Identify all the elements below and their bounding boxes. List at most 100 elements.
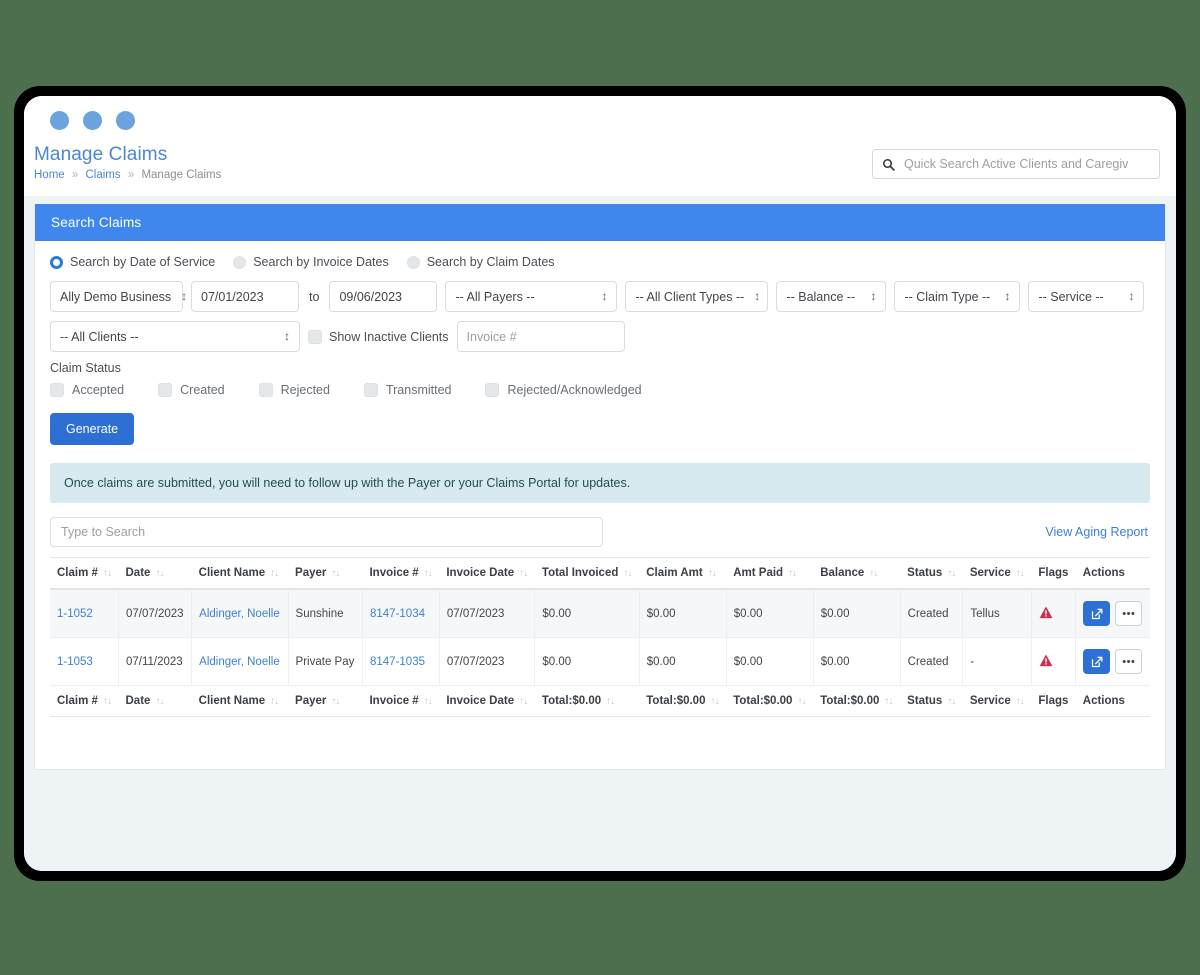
col-claim-no[interactable]: Claim # xyxy=(50,558,119,590)
col-date[interactable]: Date xyxy=(119,558,192,590)
sort-icon[interactable] xyxy=(947,696,955,707)
sort-icon[interactable] xyxy=(869,568,877,579)
checkbox-rejected-box[interactable] xyxy=(259,383,273,397)
col-client-name[interactable]: Client Name xyxy=(192,558,288,590)
radio-date-of-service-indicator[interactable] xyxy=(50,256,63,269)
sort-icon[interactable] xyxy=(270,696,278,707)
checkbox-rejected-acknowledged-box[interactable] xyxy=(485,383,499,397)
foot-status[interactable]: Status xyxy=(900,686,963,717)
checkbox-accepted-box[interactable] xyxy=(50,383,64,397)
view-aging-report-link[interactable]: View Aging Report xyxy=(1045,525,1148,539)
sort-icon[interactable] xyxy=(103,696,111,707)
sort-icon[interactable] xyxy=(788,568,796,579)
col-payer[interactable]: Payer xyxy=(288,558,362,590)
foot-claim-no[interactable]: Claim # xyxy=(50,686,119,717)
sort-icon[interactable] xyxy=(710,696,718,707)
window-dot-3[interactable] xyxy=(116,111,135,130)
more-actions-button[interactable]: ••• xyxy=(1115,601,1142,626)
radio-claim-dates[interactable]: Search by Claim Dates xyxy=(407,255,555,269)
invoice-no-link[interactable]: 8147-1035 xyxy=(370,656,425,668)
more-actions-button[interactable]: ••• xyxy=(1115,649,1142,674)
radio-invoice-dates-indicator[interactable] xyxy=(233,256,246,269)
date-to-input[interactable]: 09/06/2023 xyxy=(329,281,437,312)
sort-icon[interactable] xyxy=(1016,696,1024,707)
sort-icon[interactable] xyxy=(424,568,432,579)
claims-table: Claim # Date Client Name Payer Invoice #… xyxy=(50,557,1150,717)
invoice-no-link[interactable]: 8147-1034 xyxy=(370,608,425,620)
payers-select[interactable]: -- All Payers -- xyxy=(445,281,617,312)
claim-no-link[interactable]: 1-1053 xyxy=(57,656,93,668)
sort-icon[interactable] xyxy=(155,696,163,707)
sort-icon[interactable] xyxy=(424,696,432,707)
date-from-value: 07/01/2023 xyxy=(201,290,264,304)
sort-icon[interactable] xyxy=(331,568,339,579)
client-name-link[interactable]: Aldinger, Noelle xyxy=(199,608,280,620)
sort-icon[interactable] xyxy=(708,568,716,579)
col-invoice-date[interactable]: Invoice Date xyxy=(439,558,535,590)
sort-icon[interactable] xyxy=(606,696,614,707)
foot-service[interactable]: Service xyxy=(963,686,1032,717)
sort-icon[interactable] xyxy=(884,696,892,707)
col-total-invoiced[interactable]: Total Invoiced xyxy=(535,558,639,590)
clients-select[interactable]: -- All Clients -- xyxy=(50,321,300,352)
col-invoice-no[interactable]: Invoice # xyxy=(362,558,439,590)
checkbox-rejected-acknowledged[interactable]: Rejected/Acknowledged xyxy=(485,383,641,397)
radio-date-of-service[interactable]: Search by Date of Service xyxy=(50,255,215,269)
foot-client-name[interactable]: Client Name xyxy=(192,686,288,717)
sort-icon[interactable] xyxy=(623,568,631,579)
quick-search-input[interactable] xyxy=(902,156,1150,172)
col-claim-amt[interactable]: Claim Amt xyxy=(639,558,726,590)
col-service[interactable]: Service xyxy=(963,558,1032,590)
sort-icon[interactable] xyxy=(270,568,278,579)
client-types-select[interactable]: -- All Client Types -- xyxy=(625,281,768,312)
checkbox-transmitted-box[interactable] xyxy=(364,383,378,397)
sort-icon[interactable] xyxy=(519,568,527,579)
edit-claim-button[interactable] xyxy=(1083,649,1110,674)
sort-icon[interactable] xyxy=(1016,568,1024,579)
show-inactive-clients-checkbox[interactable]: Show Inactive Clients xyxy=(308,330,449,344)
foot-claim-amt[interactable]: Total:$0.00 xyxy=(639,686,726,717)
checkbox-rejected[interactable]: Rejected xyxy=(259,383,330,397)
sort-icon[interactable] xyxy=(797,696,805,707)
service-select[interactable]: -- Service -- xyxy=(1028,281,1144,312)
sort-icon[interactable] xyxy=(947,568,955,579)
window-dot-2[interactable] xyxy=(83,111,102,130)
sort-icon[interactable] xyxy=(155,568,163,579)
breadcrumb-claims[interactable]: Claims xyxy=(86,169,121,181)
foot-invoice-no[interactable]: Invoice # xyxy=(362,686,439,717)
foot-payer[interactable]: Payer xyxy=(288,686,362,717)
checkbox-transmitted[interactable]: Transmitted xyxy=(364,383,452,397)
show-inactive-clients-box[interactable] xyxy=(308,330,322,344)
foot-date[interactable]: Date xyxy=(119,686,192,717)
table-search-input[interactable] xyxy=(50,517,603,547)
checkbox-created-box[interactable] xyxy=(158,383,172,397)
window-dot-1[interactable] xyxy=(50,111,69,130)
col-actions-label: Actions xyxy=(1083,567,1125,579)
sort-icon[interactable] xyxy=(103,568,111,579)
business-select[interactable]: Ally Demo Business xyxy=(50,281,183,312)
chevron-updown-icon xyxy=(284,330,290,343)
col-amt-paid[interactable]: Amt Paid xyxy=(726,558,813,590)
generate-button[interactable]: Generate xyxy=(50,413,134,445)
foot-invoice-date[interactable]: Invoice Date xyxy=(439,686,535,717)
client-name-link[interactable]: Aldinger, Noelle xyxy=(199,656,280,668)
col-status[interactable]: Status xyxy=(900,558,963,590)
balance-select[interactable]: -- Balance -- xyxy=(776,281,886,312)
radio-claim-dates-indicator[interactable] xyxy=(407,256,420,269)
breadcrumb-home[interactable]: Home xyxy=(34,169,65,181)
checkbox-accepted[interactable]: Accepted xyxy=(50,383,124,397)
col-balance[interactable]: Balance xyxy=(813,558,900,590)
claim-no-link[interactable]: 1-1052 xyxy=(57,608,93,620)
sort-icon[interactable] xyxy=(519,696,527,707)
foot-total-invoiced[interactable]: Total:$0.00 xyxy=(535,686,639,717)
foot-amt-paid[interactable]: Total:$0.00 xyxy=(726,686,813,717)
foot-balance[interactable]: Total:$0.00 xyxy=(813,686,900,717)
quick-search-box[interactable] xyxy=(872,149,1160,179)
claim-type-select[interactable]: -- Claim Type -- xyxy=(894,281,1020,312)
radio-invoice-dates[interactable]: Search by Invoice Dates xyxy=(233,255,389,269)
checkbox-created[interactable]: Created xyxy=(158,383,224,397)
edit-claim-button[interactable] xyxy=(1083,601,1110,626)
date-from-input[interactable]: 07/01/2023 xyxy=(191,281,299,312)
sort-icon[interactable] xyxy=(331,696,339,707)
invoice-number-input[interactable]: Invoice # xyxy=(457,321,625,352)
